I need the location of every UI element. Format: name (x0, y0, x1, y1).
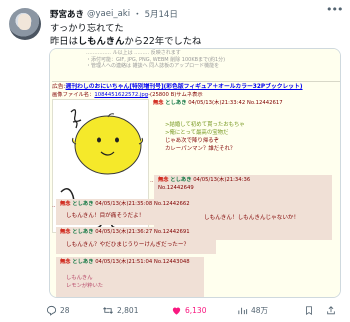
divider (52, 81, 340, 82)
reply-name: としあき (72, 229, 94, 235)
reply-subject: 無念 (60, 259, 71, 265)
reply-meta: 04/05/13(木)21:34:36 (193, 177, 251, 183)
views-button[interactable]: 48万 (237, 303, 268, 317)
attached-image[interactable]: …………… ル以上は ……… 反映されます ・添付可能：GIF, JPG, PN… (49, 48, 341, 298)
tweet-line-2-pre: 昨日は (50, 36, 78, 47)
ad-line: 広告:週刊わしのおにいちゃん[特別増刊号](彩色版フィギュア＋オールカラー32P… (52, 84, 340, 91)
author-name[interactable]: 野宮あき (50, 8, 84, 20)
reply-header: 無念 としあき 04/05/13(木)21:34:36 (158, 177, 250, 184)
avatar[interactable] (9, 8, 41, 40)
share-button[interactable] (326, 303, 336, 317)
op-body-line: じゃあ次で降り帰るぞ (165, 138, 219, 144)
reply-meta: 04/05/13(木)21:35:08 No.12442662 (95, 201, 190, 207)
reply-no: No.12442649 (158, 185, 194, 191)
quote-line: >結婚して初めて貰ったおもちゃ (165, 122, 245, 128)
reply: 無念 としあき 04/05/13(木)21:51:04 No.12443048 … (56, 257, 204, 297)
op-quote: >結婚して初めて貰ったおもちゃ >俺にとって最高の宝物だ (165, 121, 245, 137)
file-line: 画像ファイル名：1084451622572.jpg-(25800 B)サムネ表示 (52, 92, 203, 99)
reply-button[interactable]: 28 (46, 303, 70, 317)
tweet-line-1: すっかり忘れてた (50, 23, 124, 34)
reply-subject: 無念 (60, 201, 71, 207)
retweet-icon (103, 306, 113, 314)
faded-line: ・管理人への連絡は 雑談へ 同人誌板のアップロード機能を (86, 63, 220, 69)
reply-icon (46, 305, 57, 316)
reply-subject: 無念 (158, 177, 169, 183)
op-body-line: カレーパンマン？誰だそれ？ (165, 146, 236, 152)
op-subject: 無念 (153, 100, 164, 106)
analytics-icon (238, 307, 248, 314)
share-icon (327, 305, 335, 314)
reply-header: 無念 としあき 04/05/13(木)21:51:04 No.12443048 (60, 259, 190, 266)
futaba-screenshot: …………… ル以上は ……… 反映されます ・添付可能：GIF, JPG, PN… (50, 49, 340, 297)
op-body: じゃあ次で降り帰るぞ カレーパンマン？誰だそれ？ (165, 137, 235, 153)
reply-name: としあき (170, 177, 192, 183)
reply-meta: 04/05/13(木)21:51:04 No.12443048 (95, 259, 190, 265)
reply-body: しもんきん！しもんきんじゃないか！ (204, 215, 300, 221)
reply: 無念 としあき 04/05/13(木)21:36:27 No.12442691 … (56, 227, 216, 254)
ad-link: 週刊わしのおにいちゃん[特別増刊号](彩色版フィギュア＋オールカラー32Pブック… (65, 84, 303, 90)
tweet-actions: 28 2,801 6,130 48万 (46, 303, 346, 317)
tweet-line-2-post: から22年でしたね (124, 36, 202, 47)
reply-header: 無念 としあき 04/05/13(木)21:35:08 No.12442662 (60, 201, 190, 208)
reply-meta: 04/05/13(木)21:36:27 No.12442691 (95, 229, 190, 235)
op-header: 無念 としあき 04/05/13(木)21:33:42 No.12442617 (153, 100, 283, 107)
reply-body: しもんきん！目が痛そうだよ！ (66, 213, 145, 219)
quote-line: >俺にとって最高の宝物だ (165, 130, 229, 136)
tweet-text: すっかり忘れてた 昨日はしもんきんから22年でしたね (50, 22, 201, 48)
reply-name: としあき (72, 201, 94, 207)
reply-name: としあき (72, 259, 94, 265)
like-button[interactable]: 6,130 (171, 303, 206, 317)
tweet-date[interactable]: 5月14日 (145, 8, 178, 20)
bookmark-button[interactable] (304, 303, 314, 317)
file-link: 1084451622572.jpg (94, 92, 149, 98)
op-meta: 04/05/13(木)21:33:42 No.12442617 (188, 100, 283, 106)
tweet-line-2: 昨日はしもんきんから22年でしたね (50, 35, 201, 48)
like-count: 6,130 (185, 305, 207, 315)
more-options-icon[interactable]: ••• (326, 4, 343, 17)
retweet-button[interactable]: 2,801 (102, 303, 138, 317)
retweet-count: 2,801 (117, 305, 139, 315)
faded-header-text: …………… ル以上は ……… 反映されます ・添付可能：GIF, JPG, PN… (50, 49, 340, 73)
separator: ・ (133, 10, 142, 20)
reply-body: レモンが粋いた (66, 283, 104, 289)
file-prefix: 画像ファイル名： (52, 92, 95, 98)
tweet-header: 野宮あき @yaei_aki ・ 5月14日 (50, 7, 326, 21)
reply-subject: 無念 (60, 229, 71, 235)
reply-body: しもんきん？やだひまじうりーけんぎだったー？ (66, 242, 190, 248)
heart-icon (172, 307, 181, 315)
reply-header: 無念 としあき 04/05/13(木)21:36:27 No.12442691 (60, 229, 190, 236)
ad-prefix: 広告: (52, 84, 66, 90)
reply: 無念 としあき 04/05/13(木)21:35:08 No.12442662 … (56, 199, 204, 225)
view-count: 48万 (251, 305, 269, 315)
bookmark-icon (306, 305, 312, 315)
tweet-line-2-bold: しもんきん (77, 36, 125, 47)
op-name: としあき (165, 100, 187, 106)
reply-body: しもんきん (66, 275, 93, 281)
reply-count: 28 (60, 305, 70, 315)
author-handle[interactable]: @yaei_aki (87, 9, 130, 19)
file-suffix: -(25800 B)サムネ表示 (148, 92, 203, 98)
